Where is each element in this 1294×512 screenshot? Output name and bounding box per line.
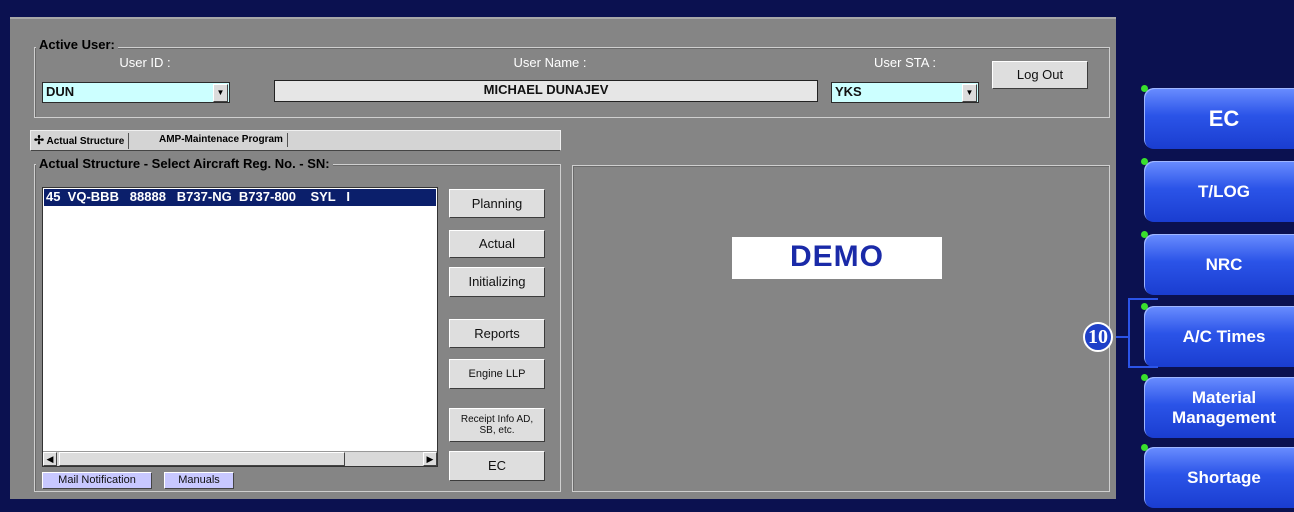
ec-action-button[interactable]: EC [449, 451, 545, 481]
user-sta-value: YKS [835, 84, 862, 99]
user-id-value: DUN [46, 84, 75, 99]
initializing-button[interactable]: Initializing [449, 267, 545, 297]
chevron-down-icon[interactable]: ▼ [213, 84, 228, 102]
active-user-legend: Active User: [36, 38, 118, 52]
status-dot [1141, 444, 1148, 451]
status-dot [1141, 231, 1148, 238]
receipt-info-line2: SB, etc. [479, 425, 515, 436]
user-id-combo[interactable]: DUN ▼ [42, 82, 230, 103]
aircraft-list[interactable]: 45 VQ-BBB 88888 B737-NG B737-800 SYL I ◀… [42, 187, 438, 467]
callout-bracket [1128, 298, 1158, 368]
manuals-button[interactable]: Manuals [164, 472, 234, 489]
horizontal-scrollbar[interactable]: ◀ ▶ [43, 451, 437, 466]
aircraft-icon: ✢ [34, 133, 45, 147]
nav-ec-button[interactable]: EC [1141, 85, 1294, 149]
main-panel: Active User: User ID : DUN ▼ User Name :… [10, 17, 1116, 499]
receipt-info-button[interactable]: Receipt Info AD, SB, etc. [449, 408, 545, 442]
nav-shortage-button[interactable]: Shortage [1141, 444, 1294, 508]
nav-tlog-button[interactable]: T/LOG [1141, 158, 1294, 222]
reports-button[interactable]: Reports [449, 319, 545, 348]
tab-strip: ✢ Actual Structure AMP-Maintenace Progra… [30, 130, 561, 151]
nav-material-line1: Material [1191, 387, 1257, 407]
planning-button[interactable]: Planning [449, 189, 545, 218]
list-item[interactable]: 45 VQ-BBB 88888 B737-NG B737-800 SYL I [44, 189, 436, 206]
status-dot [1141, 158, 1148, 165]
user-name-field: MICHAEL DUNAJEV [274, 80, 818, 102]
callout-connector [1116, 336, 1130, 338]
nav-material-line2: Management [1172, 407, 1276, 427]
scroll-right-icon[interactable]: ▶ [423, 452, 437, 466]
tab-actual-structure[interactable]: ✢ Actual Structure [34, 133, 130, 149]
nav-shortage-label: Shortage [1187, 467, 1261, 487]
demo-label: DEMO [732, 237, 942, 279]
nav-tlog-label: T/LOG [1198, 181, 1250, 201]
nav-ac-times-label: A/C Times [1182, 326, 1266, 346]
nav-material-management-button[interactable]: Material Management [1141, 374, 1294, 438]
tab-actual-structure-label: Actual Structure [46, 136, 125, 147]
actual-structure-legend: Actual Structure - Select Aircraft Reg. … [36, 157, 333, 171]
callout-badge: 10 [1083, 322, 1113, 352]
logout-button[interactable]: Log Out [992, 61, 1088, 89]
nav-ec-label: EC [1208, 105, 1240, 131]
scroll-thumb[interactable] [59, 452, 345, 466]
user-id-label: User ID : [119, 55, 171, 70]
user-sta-label: User STA : [874, 55, 936, 70]
status-dot [1141, 85, 1148, 92]
user-name-label: User Name : [513, 55, 587, 70]
engine-llp-button[interactable]: Engine LLP [449, 359, 545, 389]
nav-nrc-button[interactable]: NRC [1141, 231, 1294, 295]
nav-ac-times-button[interactable]: A/C Times [1141, 303, 1294, 367]
receipt-info-line1: Receipt Info AD, [460, 414, 534, 425]
actual-button[interactable]: Actual [449, 230, 545, 258]
mail-notification-button[interactable]: Mail Notification [42, 472, 152, 489]
user-sta-combo[interactable]: YKS ▼ [831, 82, 979, 103]
display-area [572, 165, 1110, 492]
chevron-down-icon[interactable]: ▼ [962, 84, 977, 102]
scroll-left-icon[interactable]: ◀ [43, 452, 57, 466]
status-dot [1141, 374, 1148, 381]
tab-amp-maintenance-program[interactable]: AMP-Maintenace Program [159, 133, 288, 147]
nav-nrc-label: NRC [1205, 254, 1243, 274]
